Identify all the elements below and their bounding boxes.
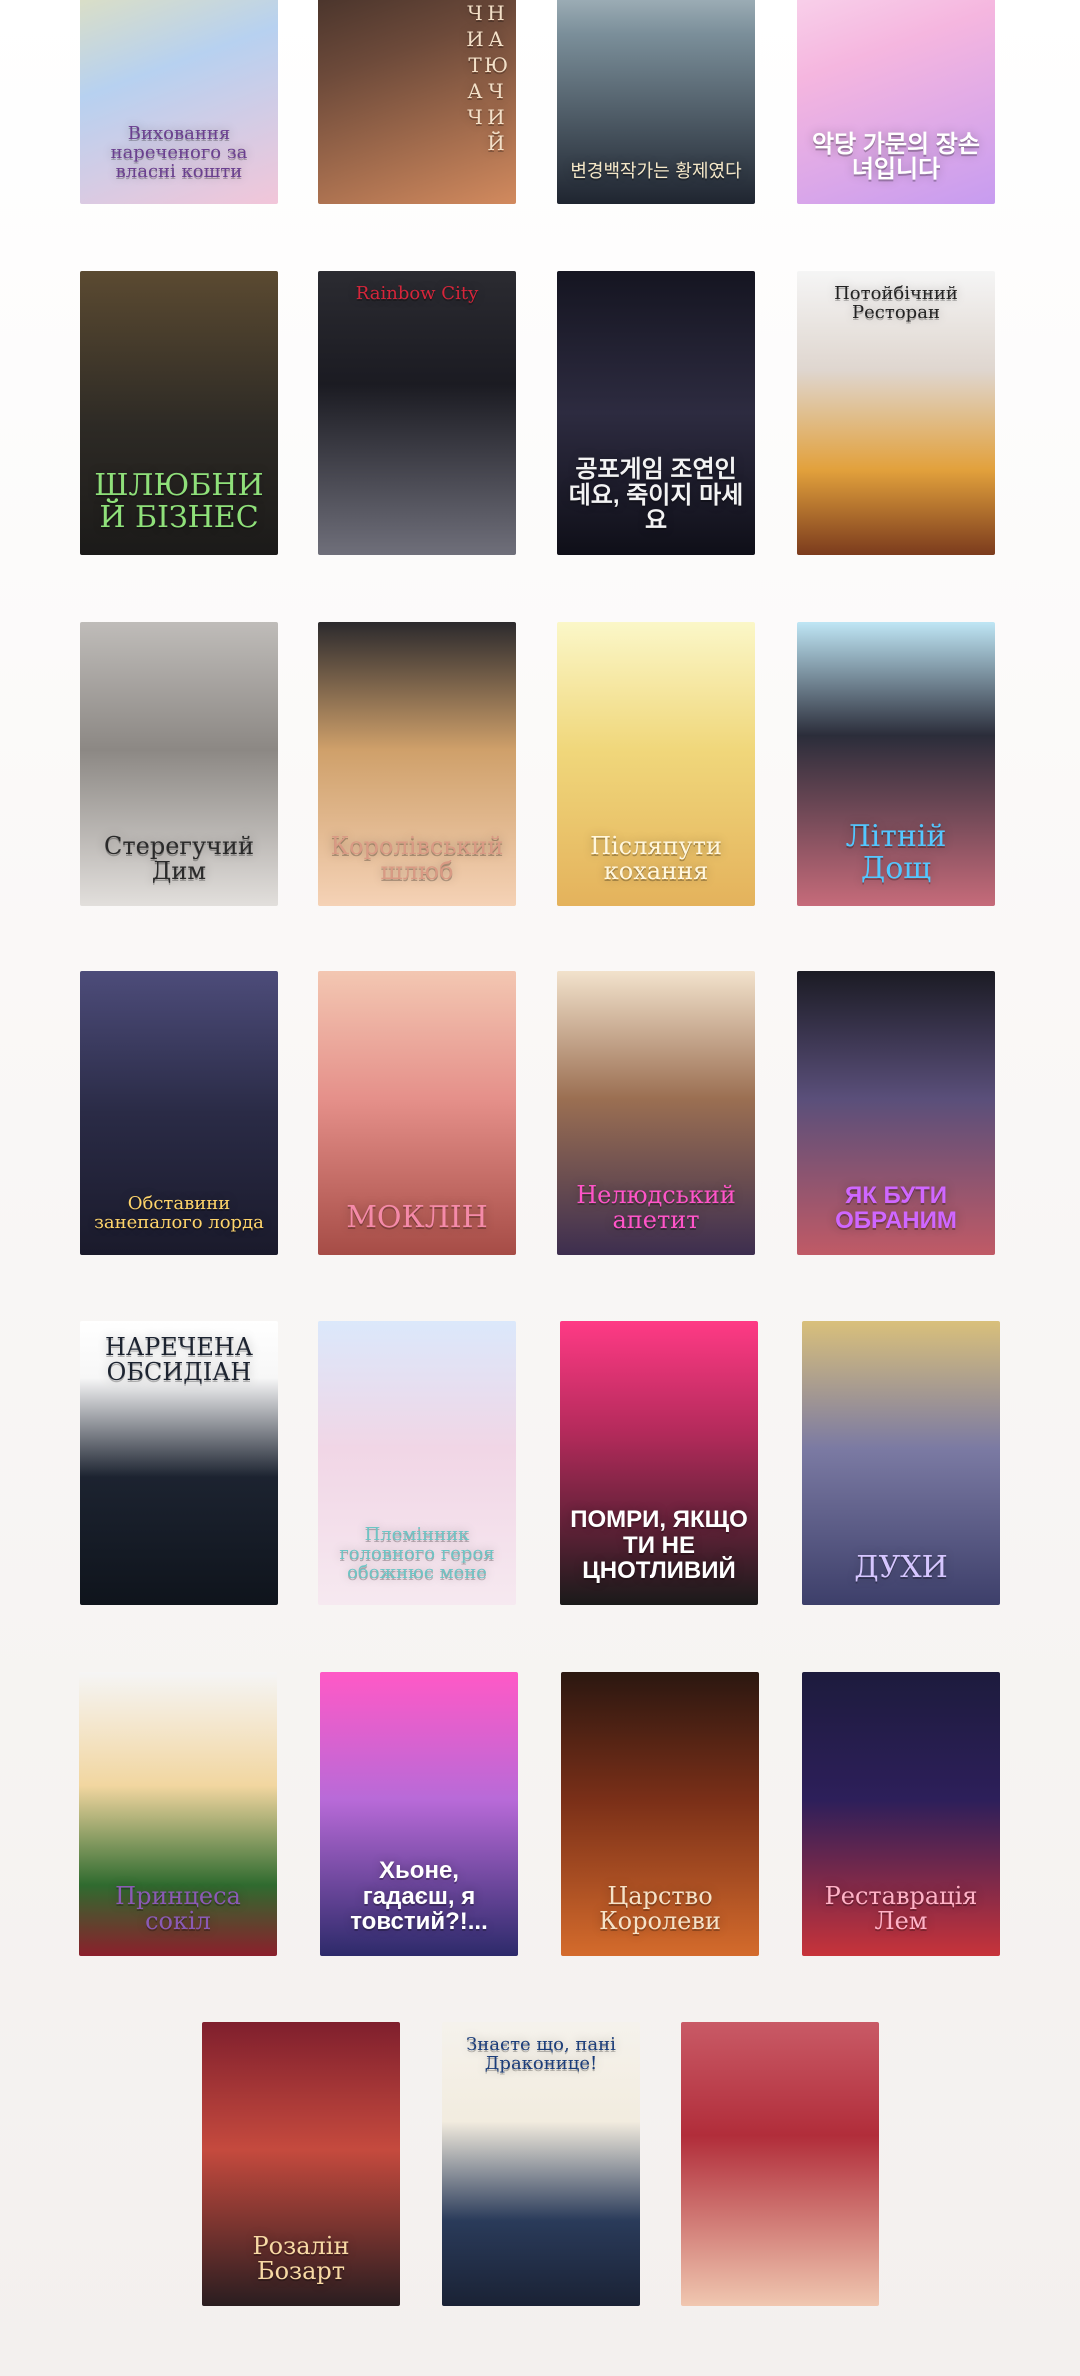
webtoon-cover-15[interactable]: Нелюдський апетит — [557, 971, 755, 1255]
cover-title: ЗНАЮЧИЙ ЧИТАЧ — [463, 0, 508, 157]
webtoon-cover-22[interactable]: Хьоне, гадаєш, я товстий?!... — [320, 1672, 518, 1956]
webtoon-cover-23[interactable]: Царство Королеви — [561, 1672, 759, 1956]
cover-title: Виховання нареченого за власні кошти — [110, 123, 248, 183]
webtoon-cover-13[interactable]: Обставини занепалого лорда — [80, 971, 278, 1255]
cover-title: ПОМРИ, ЯКЩО ТИ НЕ ЦНОТЛИВИЙ — [570, 1506, 748, 1584]
webtoon-cover-17[interactable]: НАРЕЧЕНА ОБСИДІАН — [80, 1321, 278, 1605]
webtoon-cover-20[interactable]: ДУХИ — [802, 1321, 1000, 1605]
webtoon-cover-1[interactable]: Виховання нареченого за власні кошти — [80, 0, 278, 204]
cover-title: Хьоне, гадаєш, я товстий?!... — [350, 1857, 488, 1935]
webtoon-cover-24[interactable]: Реставрація Лем — [802, 1672, 1000, 1956]
webtoon-cover-18[interactable]: Племінник головного героя обожнює мене — [318, 1321, 516, 1605]
cover-title: 공포게임 조연인데요, 죽이지 마세요 — [568, 456, 744, 534]
cover-title: Реставрація Лем — [824, 1881, 978, 1935]
cover-title: Розалін Бозарт — [252, 2231, 350, 2285]
cover-title: 악당 가문의 장손녀입니다 — [812, 130, 980, 183]
webtoon-cover-5[interactable]: ШЛЮБНИЙ БІЗНЕС — [80, 271, 278, 555]
cover-title: Післяпути кохання — [590, 831, 722, 885]
cover-title: Обставини занепалого лорда — [94, 1193, 264, 1234]
cover-art — [318, 271, 516, 555]
cover-title: Літній Дощ — [845, 819, 947, 886]
cover-title: МОКЛІН — [346, 1199, 488, 1235]
cover-title: ШЛЮБНИЙ БІЗНЕС — [94, 468, 264, 535]
webtoon-cover-21[interactable]: Принцеса сокіл — [79, 1672, 277, 1956]
webtoon-cover-26[interactable]: Знаєте що, пані Драконице! — [442, 2022, 640, 2306]
cover-title: 변경백작가는 황제였다 — [570, 161, 742, 183]
cover-title: НАРЕЧЕНА ОБСИДІАН — [105, 1333, 253, 1387]
webtoon-cover-8[interactable]: Потойбічний Ресторан — [797, 271, 995, 555]
webtoon-cover-3[interactable]: 변경백작가는 황제였다 — [557, 0, 755, 204]
cover-title: ЯК БУТИ ОБРАНИМ — [835, 1181, 957, 1234]
webtoon-cover-12[interactable]: Літній Дощ — [797, 622, 995, 906]
webtoon-cover-6[interactable]: Rainbow City — [318, 271, 516, 555]
cover-art — [681, 2022, 879, 2306]
webtoon-cover-14[interactable]: МОКЛІН — [318, 971, 516, 1255]
webtoon-cover-2[interactable]: ЗНАЮЧИЙ ЧИТАЧ — [318, 0, 516, 204]
cover-title: Знаєте що, пані Драконице! — [466, 2034, 616, 2074]
cover-title: Rainbow City — [355, 283, 479, 304]
cover-title: Царство Королеви — [599, 1881, 721, 1935]
webtoon-cover-9[interactable]: Стерегучий Дим — [80, 622, 278, 906]
webtoon-cover-11[interactable]: Післяпути кохання — [557, 622, 755, 906]
webtoon-cover-4[interactable]: 악당 가문의 장손녀입니다 — [797, 0, 995, 204]
cover-title: Стерегучий Дим — [104, 831, 254, 885]
cover-title: ДУХИ — [854, 1549, 948, 1585]
cover-title: Племінник головного героя обожнює мене — [339, 1524, 495, 1584]
cover-title: Нелюдський апетит — [576, 1180, 736, 1234]
webtoon-cover-19[interactable]: ПОМРИ, ЯКЩО ТИ НЕ ЦНОТЛИВИЙ — [560, 1321, 758, 1605]
webtoon-cover-16[interactable]: ЯК БУТИ ОБРАНИМ — [797, 971, 995, 1255]
cover-title: Королівський шлюб — [330, 831, 504, 885]
webtoon-cover-7[interactable]: 공포게임 조연인데요, 죽이지 마세요 — [557, 271, 755, 555]
webtoon-cover-10[interactable]: Королівський шлюб — [318, 622, 516, 906]
webtoon-cover-27[interactable] — [681, 2022, 879, 2306]
cover-title: Принцеса сокіл — [115, 1881, 241, 1935]
webtoon-cover-25[interactable]: Розалін Бозарт — [202, 2022, 400, 2306]
cover-title: Потойбічний Ресторан — [834, 283, 958, 323]
